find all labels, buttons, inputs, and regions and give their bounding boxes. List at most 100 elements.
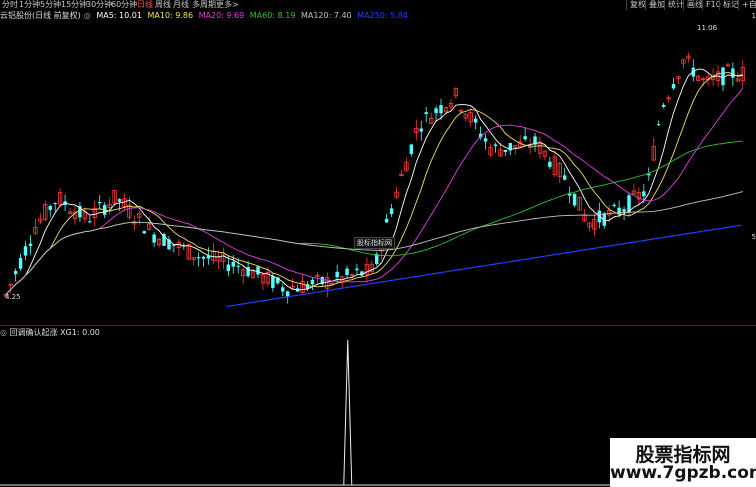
- candle: [409, 143, 414, 157]
- tab-more[interactable]: 更多>: [216, 0, 239, 10]
- candle: [612, 202, 616, 208]
- candle: [172, 244, 176, 253]
- candle: [23, 241, 28, 261]
- candlestick-chart[interactable]: [0, 10, 756, 324]
- candle: [419, 120, 423, 141]
- candle: [38, 212, 43, 224]
- candle: [587, 222, 592, 232]
- candle: [533, 132, 537, 152]
- candle: [676, 75, 681, 84]
- candle: [137, 211, 142, 225]
- candle: [221, 247, 226, 269]
- candle: [661, 102, 666, 109]
- candle: [310, 277, 315, 290]
- price-low-label: 4.25: [5, 293, 21, 301]
- candle: [473, 115, 478, 130]
- indicator-value: XG1: 0.00: [60, 328, 100, 337]
- ma60-line: [5, 140, 743, 295]
- tab-1min[interactable]: 1分钟: [19, 0, 40, 10]
- candle: [666, 95, 671, 103]
- candle: [384, 213, 389, 223]
- candle: [671, 77, 676, 90]
- tab-15min[interactable]: 15分钟: [61, 0, 87, 10]
- indicator-legend: ◎ 回调确认起涨 XG1: 0.00: [0, 328, 100, 338]
- indicator-settings-icon[interactable]: ◎: [0, 328, 7, 337]
- ma250-line: [226, 224, 742, 308]
- candle: [201, 255, 206, 267]
- candle: [468, 108, 473, 127]
- add-custom-button[interactable]: +自: [738, 0, 756, 10]
- candle: [542, 150, 548, 161]
- candle: [191, 257, 196, 266]
- candle: [735, 71, 740, 83]
- candle: [518, 134, 523, 148]
- candle: [592, 213, 597, 236]
- candle: [345, 265, 349, 279]
- tab-weekly[interactable]: 周线: [155, 0, 171, 10]
- candle: [355, 263, 359, 275]
- candle: [399, 169, 404, 177]
- candle: [88, 214, 92, 224]
- candle: [176, 239, 181, 256]
- candle: [325, 272, 330, 298]
- candle: [493, 142, 498, 153]
- candle: [196, 252, 201, 267]
- candle: [562, 167, 567, 181]
- candle: [572, 193, 577, 208]
- candle: [78, 201, 82, 222]
- candle: [582, 209, 587, 223]
- candle: [43, 200, 48, 222]
- candle: [740, 60, 745, 88]
- tab-60min[interactable]: 60分钟: [111, 0, 137, 10]
- candle: [656, 120, 661, 127]
- candle: [281, 283, 285, 297]
- right-edge-mark-top: 1: [751, 12, 756, 20]
- watermark-url: www.7gpzb.com: [610, 463, 756, 483]
- tab-multi-period[interactable]: 多周期: [192, 0, 216, 10]
- price-high-label: 11.06: [697, 24, 718, 32]
- candle: [631, 184, 637, 196]
- candle: [18, 253, 23, 271]
- candle: [82, 207, 88, 224]
- candle: [681, 59, 686, 69]
- candle: [483, 134, 488, 150]
- period-toolbar: 分时 1分钟 5分钟 15分钟 30分钟 60分钟 日线 周线 月线 多周期 更…: [0, 0, 756, 10]
- tab-daily[interactable]: 日线: [137, 0, 153, 10]
- candle: [152, 231, 156, 247]
- candle: [523, 127, 527, 142]
- panel-divider[interactable]: [0, 325, 756, 326]
- candle: [404, 157, 409, 172]
- tab-monthly[interactable]: 月线: [173, 0, 189, 10]
- candle: [156, 237, 162, 248]
- candle: [97, 195, 102, 210]
- candle: [216, 250, 221, 270]
- candle: [53, 202, 57, 212]
- indicator-spike: [343, 339, 353, 486]
- candle: [67, 207, 73, 215]
- candle: [552, 151, 557, 177]
- candle: [463, 113, 468, 122]
- candle: [686, 52, 691, 63]
- candle: [167, 235, 171, 251]
- candle: [290, 278, 295, 290]
- candle: [567, 186, 572, 204]
- candle: [241, 265, 246, 285]
- candle: [503, 149, 508, 157]
- ma5-line: [5, 68, 743, 295]
- candle: [548, 156, 552, 170]
- tab-30min[interactable]: 30分钟: [86, 0, 112, 10]
- indicator-title: 回调确认起涨: [9, 328, 58, 337]
- cursor-tooltip: 股标指标网: [354, 237, 395, 249]
- tab-fenshi[interactable]: 分时: [2, 0, 18, 10]
- watermark: 股票指标网 www.7gpzb.com: [610, 438, 756, 487]
- tab-5min[interactable]: 5分钟: [40, 0, 61, 10]
- candle: [142, 230, 146, 234]
- candle: [414, 119, 419, 141]
- candle: [429, 112, 434, 124]
- ma10-line: [5, 71, 743, 295]
- candle: [28, 235, 33, 255]
- candle: [513, 145, 518, 155]
- candle: [394, 186, 399, 200]
- candle: [434, 105, 438, 122]
- candle: [557, 161, 562, 184]
